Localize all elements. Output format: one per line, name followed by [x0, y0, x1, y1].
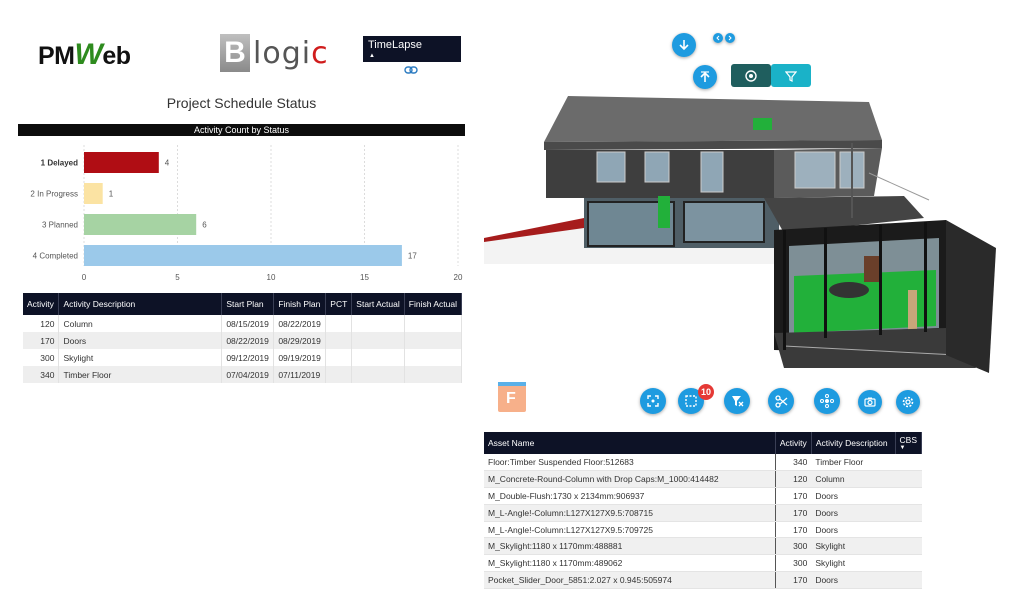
- explode-button[interactable]: [814, 388, 840, 414]
- clear-filter-button[interactable]: [724, 388, 750, 414]
- category-label: 1 Delayed: [41, 159, 78, 168]
- move-down-icon: [679, 40, 689, 51]
- selected-skylight[interactable]: [753, 118, 772, 130]
- chart-header: Activity Count by Status: [18, 124, 465, 136]
- bar-value-label: 1: [109, 190, 114, 199]
- arrow-right-button[interactable]: [725, 33, 735, 43]
- timelapse-label: TimeLapse: [368, 39, 423, 51]
- f-app-icon[interactable]: F: [498, 382, 526, 412]
- settings-button[interactable]: [896, 390, 920, 414]
- section-cut-button[interactable]: [768, 388, 794, 414]
- bar-value-label: 4: [165, 159, 170, 168]
- table-row[interactable]: 170 Doors 08/22/2019 08/29/2019: [23, 332, 463, 349]
- camera-button[interactable]: [858, 390, 882, 414]
- bar-value-label: 17: [408, 252, 417, 261]
- col-activity[interactable]: Activity: [775, 432, 812, 454]
- fit-view-icon: [647, 395, 659, 407]
- x-tick-label: 15: [360, 273, 369, 282]
- activity-table: Activity Activity Description Start Plan…: [23, 293, 463, 383]
- section-cut-icon: [774, 394, 787, 408]
- col-activity-description[interactable]: Activity Description: [811, 432, 896, 454]
- table-row[interactable]: 120 Column 08/15/2019 08/22/2019: [23, 315, 463, 332]
- x-tick-label: 0: [82, 273, 87, 282]
- roof[interactable]: [544, 96, 882, 142]
- category-label: 2 In Progress: [30, 190, 78, 199]
- timelapse-dropdown[interactable]: TimeLapse ▲: [363, 36, 461, 62]
- model-viewer[interactable]: 10: [484, 28, 1006, 426]
- settings-icon: [902, 396, 914, 408]
- table-row[interactable]: M_Skylight:1180 x 1170mm:488881 300 Skylig…: [484, 537, 922, 556]
- col-start-plan[interactable]: Start Plan: [221, 293, 275, 315]
- fit-view-button[interactable]: [640, 388, 666, 414]
- table-row[interactable]: M_Concrete-Round-Column with Drop Caps:M…: [484, 470, 922, 489]
- category-label: 4 Completed: [33, 252, 78, 261]
- caret-up-icon: ▲: [369, 53, 375, 59]
- camera-icon: [864, 397, 876, 407]
- col-activity-description[interactable]: Activity Description: [58, 293, 223, 315]
- col-start-actual[interactable]: Start Actual: [351, 293, 405, 315]
- table-row[interactable]: M_Skylight:1180 x 1170mm:489062 300 Skylig…: [484, 554, 922, 573]
- pmweb-logo: PMWeb: [38, 38, 131, 71]
- bar[interactable]: [84, 245, 402, 266]
- table-header-row: Asset Name Activity Activity Description…: [484, 432, 923, 454]
- table-row[interactable]: Pocket_Slider_Door_5851:2.027 x 0.945:50…: [484, 571, 922, 589]
- page-title: Project Schedule Status: [166, 95, 317, 111]
- x-tick-label: 10: [267, 273, 276, 282]
- table-row[interactable]: Floor:Timber Suspended Floor:512683 340 Ti…: [484, 454, 922, 472]
- filter-icon: [785, 70, 797, 82]
- building-model[interactable]: [484, 28, 1006, 426]
- level-up-button[interactable]: [693, 65, 717, 89]
- selection-box-icon: [685, 395, 697, 407]
- table-row[interactable]: 340 Timber Floor 07/04/2019 07/11/2019: [23, 366, 463, 383]
- explode-icon: [820, 394, 834, 408]
- move-down-button[interactable]: [672, 33, 696, 57]
- col-cbs[interactable]: CBS ▼: [895, 432, 923, 454]
- table-row[interactable]: 300 Skylight 09/12/2019 09/19/2019: [23, 349, 463, 366]
- bar[interactable]: [84, 152, 159, 173]
- asset-table: Asset Name Activity Activity Description…: [484, 432, 923, 589]
- arrow-left-button[interactable]: [713, 33, 723, 43]
- activity-status-chart: 0 5 10 15 20 1 Delayed 4 2 In Progress 1 3 Planne…: [30, 145, 463, 282]
- target-icon: [745, 69, 757, 82]
- caret-down-icon: ▼: [899, 445, 906, 451]
- table-row[interactable]: M_Double-Flush:1730 x 2134mm:906937 170 Do…: [484, 487, 922, 505]
- clear-filter-icon: [731, 396, 743, 407]
- col-finish-actual[interactable]: Finish Actual: [404, 293, 463, 315]
- col-activity[interactable]: Activity: [23, 293, 60, 315]
- target-button[interactable]: [731, 64, 771, 87]
- table-row[interactable]: M_L-Angle!-Column:L127X127X9.5:708715 170…: [484, 504, 922, 522]
- blogic-logo: B logic: [220, 34, 329, 72]
- level-up-icon: [700, 71, 710, 82]
- bar[interactable]: [84, 214, 197, 235]
- link-icon[interactable]: [404, 65, 418, 75]
- filter-button[interactable]: [771, 64, 811, 87]
- selection-count-badge: 10: [698, 384, 714, 400]
- table-header-row: Activity Activity Description Start Plan…: [23, 293, 463, 315]
- col-pct[interactable]: PCT: [325, 293, 353, 315]
- table-row[interactable]: M_L-Angle!-Column:L127X127X9.5:709725 170…: [484, 521, 922, 539]
- col-finish-plan[interactable]: Finish Plan: [273, 293, 327, 315]
- bar[interactable]: [84, 183, 103, 204]
- category-label: 3 Planned: [42, 221, 78, 230]
- x-tick-label: 5: [175, 273, 180, 282]
- arrow-left-icon: [716, 35, 720, 41]
- arrow-right-icon: [728, 35, 732, 41]
- col-asset-name[interactable]: Asset Name: [484, 432, 776, 454]
- selected-door[interactable]: [658, 196, 670, 228]
- bar-value-label: 6: [202, 221, 207, 230]
- x-tick-label: 20: [454, 273, 463, 282]
